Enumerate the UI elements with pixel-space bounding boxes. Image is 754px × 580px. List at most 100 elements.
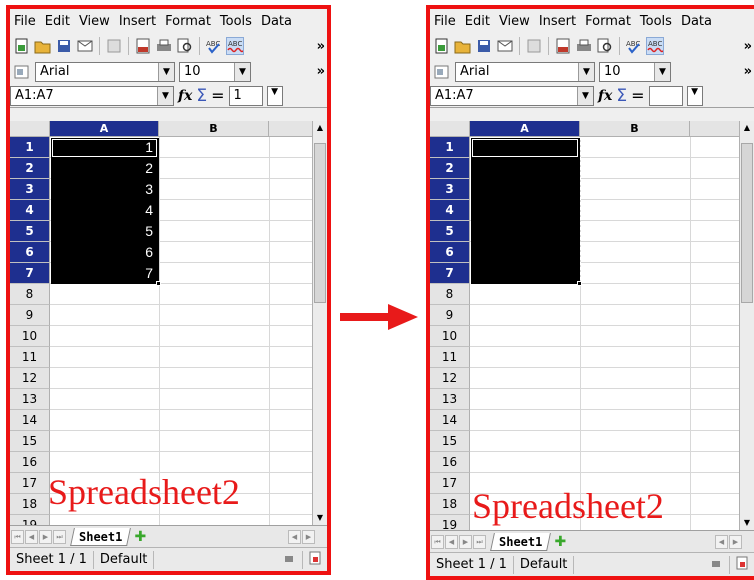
row-header-18[interactable]: 18	[430, 494, 470, 515]
menu-data[interactable]: Data	[681, 14, 712, 29]
menu-view[interactable]: View	[79, 14, 110, 29]
row-header-12[interactable]: 12	[430, 368, 470, 389]
row-header-10[interactable]: 10	[10, 326, 50, 347]
selected-range[interactable]	[470, 137, 581, 285]
first-sheet-icon[interactable]: ⏮	[431, 534, 444, 549]
sum-icon[interactable]: Σ	[196, 86, 207, 106]
styles-icon[interactable]	[13, 63, 31, 81]
vertical-scrollbar[interactable]: ▲ ▼	[739, 121, 754, 530]
spellcheck-icon[interactable]: ABC	[625, 37, 643, 55]
insert-mode-icon[interactable]	[705, 556, 729, 574]
menu-view[interactable]: View	[499, 14, 530, 29]
prev-sheet-icon[interactable]: ◀	[25, 529, 38, 544]
toolbar-overflow-icon[interactable]: »	[744, 64, 752, 79]
row-header-12[interactable]: 12	[10, 368, 50, 389]
row-header-14[interactable]: 14	[10, 410, 50, 431]
sheet-grid[interactable]: A B 1 2 3 4 5 6 7 8 9 10 11 12 13 14 15 16 17 18 19	[430, 121, 754, 536]
fill-handle[interactable]	[156, 281, 161, 286]
row-header-4[interactable]: 4	[430, 200, 470, 221]
new-document-icon[interactable]	[13, 37, 31, 55]
row-header-1[interactable]: 1	[10, 137, 50, 158]
next-sheet-icon[interactable]: ▶	[459, 534, 472, 549]
row-header-3[interactable]: 3	[430, 179, 470, 200]
row-header-16[interactable]: 16	[430, 452, 470, 473]
insert-mode-icon[interactable]	[278, 551, 302, 569]
row-header-17[interactable]: 17	[430, 473, 470, 494]
row-header-6[interactable]: 6	[10, 242, 50, 263]
row-header-10[interactable]: 10	[430, 326, 470, 347]
print-icon[interactable]	[155, 37, 173, 55]
formula-input[interactable]: 1	[228, 85, 263, 106]
autospellcheck-icon[interactable]: ABC	[226, 37, 244, 55]
row-header-4[interactable]: 4	[10, 200, 50, 221]
column-header-a[interactable]: A	[470, 121, 580, 137]
edit-file-icon[interactable]	[105, 37, 123, 55]
print-preview-icon[interactable]	[596, 37, 614, 55]
row-header-8[interactable]: 8	[10, 284, 50, 305]
spellcheck-icon[interactable]: ABC	[205, 37, 223, 55]
row-header-1[interactable]: 1	[430, 137, 470, 158]
menu-format[interactable]: Format	[585, 14, 631, 29]
add-sheet-icon[interactable]: ✚	[131, 529, 149, 545]
sheet-tab-sheet1[interactable]: Sheet1	[70, 527, 132, 546]
scroll-down-icon[interactable]: ▼	[740, 516, 754, 530]
open-folder-icon[interactable]	[34, 37, 52, 55]
name-box[interactable]: A1:A7 ▼	[430, 85, 594, 106]
open-folder-icon[interactable]	[454, 37, 472, 55]
chevron-down-icon[interactable]: ▼	[654, 62, 670, 81]
select-all-corner[interactable]	[10, 121, 50, 137]
vertical-scrollbar[interactable]: ▲ ▼	[312, 121, 327, 525]
fill-handle[interactable]	[577, 281, 582, 286]
hscroll-right-icon[interactable]: ▶	[302, 529, 315, 544]
toolbar-overflow-icon[interactable]: »	[317, 64, 325, 79]
menu-file[interactable]: File	[14, 14, 36, 29]
row-header-9[interactable]: 9	[430, 305, 470, 326]
chevron-down-icon[interactable]: ▼	[266, 85, 283, 106]
toolbar-overflow-icon[interactable]: »	[317, 39, 325, 54]
row-header-2[interactable]: 2	[10, 158, 50, 179]
last-sheet-icon[interactable]: ⏭	[53, 529, 66, 544]
hscroll-left-icon[interactable]: ◀	[288, 529, 301, 544]
new-document-icon[interactable]	[433, 37, 451, 55]
print-icon[interactable]	[575, 37, 593, 55]
menu-tools[interactable]: Tools	[640, 14, 672, 29]
active-cell[interactable]	[472, 139, 578, 157]
scrollbar-thumb[interactable]	[741, 143, 753, 303]
email-icon[interactable]	[496, 37, 514, 55]
function-wizard-icon[interactable]: fx	[598, 88, 612, 104]
status-page-style[interactable]: Default	[514, 555, 575, 574]
font-size-combo[interactable]: 10 ▼	[599, 61, 671, 82]
column-header-b[interactable]: B	[159, 121, 269, 137]
row-header-15[interactable]: 15	[430, 431, 470, 452]
font-name-combo[interactable]: Arial ▼	[35, 61, 175, 82]
column-header-a[interactable]: A	[50, 121, 159, 137]
row-header-13[interactable]: 13	[10, 389, 50, 410]
formula-equals-icon[interactable]: =	[631, 86, 644, 105]
chevron-down-icon[interactable]: ▼	[578, 62, 594, 81]
add-sheet-icon[interactable]: ✚	[551, 534, 569, 550]
save-icon[interactable]	[55, 37, 73, 55]
function-wizard-icon[interactable]: fx	[178, 88, 192, 104]
chevron-down-icon[interactable]: ▼	[686, 85, 703, 106]
last-sheet-icon[interactable]: ⏭	[473, 534, 486, 549]
row-header-7[interactable]: 7	[10, 263, 50, 284]
edit-file-icon[interactable]	[525, 37, 543, 55]
scroll-up-icon[interactable]: ▲	[740, 121, 754, 135]
font-size-combo[interactable]: 10 ▼	[179, 61, 251, 82]
formula-input[interactable]	[648, 85, 683, 106]
row-header-13[interactable]: 13	[430, 389, 470, 410]
toolbar-overflow-icon[interactable]: »	[744, 39, 752, 54]
menu-edit[interactable]: Edit	[45, 14, 70, 29]
chevron-down-icon[interactable]: ▼	[234, 62, 250, 81]
row-header-18[interactable]: 18	[10, 494, 50, 515]
row-header-2[interactable]: 2	[430, 158, 470, 179]
menu-data[interactable]: Data	[261, 14, 292, 29]
name-box[interactable]: A1:A7 ▼	[10, 85, 174, 106]
menu-tools[interactable]: Tools	[220, 14, 252, 29]
prev-sheet-icon[interactable]: ◀	[445, 534, 458, 549]
row-header-17[interactable]: 17	[10, 473, 50, 494]
print-preview-icon[interactable]	[176, 37, 194, 55]
row-header-8[interactable]: 8	[430, 284, 470, 305]
chevron-down-icon[interactable]: ▼	[158, 62, 174, 81]
font-name-combo[interactable]: Arial ▼	[455, 61, 595, 82]
